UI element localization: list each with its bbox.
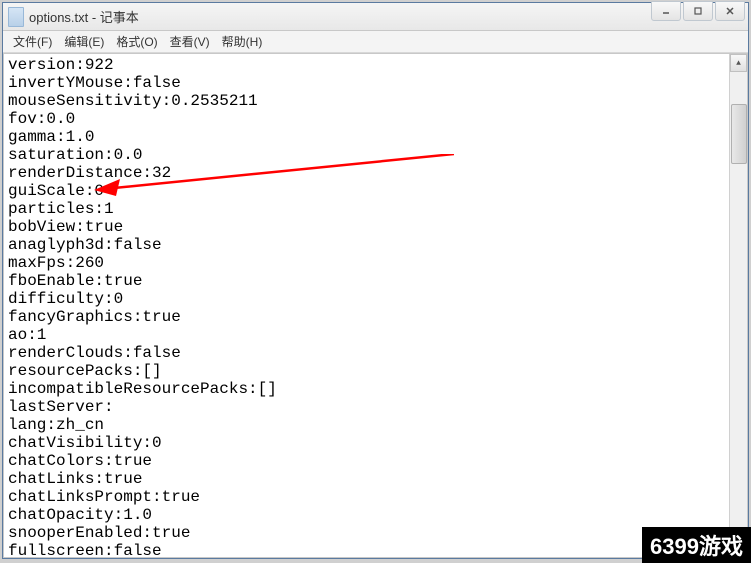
text-line: invertYMouse:false (8, 74, 743, 92)
scroll-thumb[interactable] (731, 104, 747, 164)
content-area: version:922invertYMouse:falsemouseSensit… (3, 53, 748, 558)
text-line: chatOpacity:1.0 (8, 506, 743, 524)
text-line: snooperEnabled:true (8, 524, 743, 542)
titlebar: options.txt - 记事本 (3, 3, 748, 31)
close-button[interactable] (715, 1, 745, 21)
text-line: chatLinks:true (8, 470, 743, 488)
text-line: fancyGraphics:true (8, 308, 743, 326)
text-line: anaglyph3d:false (8, 236, 743, 254)
text-line: chatVisibility:0 (8, 434, 743, 452)
text-line: incompatibleResourcePacks:[] (8, 380, 743, 398)
minimize-button[interactable] (651, 1, 681, 21)
text-line: chatColors:true (8, 452, 743, 470)
menu-format[interactable]: 格式(O) (110, 31, 163, 52)
maximize-button[interactable] (683, 1, 713, 21)
text-line: fullscreen:false (8, 542, 743, 560)
text-line: maxFps:260 (8, 254, 743, 272)
scroll-up-button[interactable]: ▲ (730, 54, 747, 72)
menu-help[interactable]: 帮助(H) (216, 31, 269, 52)
text-line: fov:0.0 (8, 110, 743, 128)
menu-edit[interactable]: 编辑(E) (58, 31, 110, 52)
text-line: saturation:0.0 (8, 146, 743, 164)
menu-file[interactable]: 文件(F) (7, 31, 58, 52)
menubar: 文件(F) 编辑(E) 格式(O) 查看(V) 帮助(H) (3, 31, 748, 53)
notepad-window: options.txt - 记事本 文件(F) 编辑(E) 格式(O) 查看(V… (2, 2, 749, 559)
text-line: particles:1 (8, 200, 743, 218)
menu-view[interactable]: 查看(V) (164, 31, 216, 52)
text-line: renderDistance:32 (8, 164, 743, 182)
text-line: renderClouds:false (8, 344, 743, 362)
window-controls (651, 1, 745, 21)
text-line: bobView:true (8, 218, 743, 236)
text-line: lastServer: (8, 398, 743, 416)
vertical-scrollbar[interactable]: ▲ ▼ (729, 54, 747, 557)
watermark: 6399游戏 (642, 527, 751, 563)
text-body[interactable]: version:922invertYMouse:falsemouseSensit… (4, 54, 747, 562)
text-line: lang:zh_cn (8, 416, 743, 434)
text-line: ao:1 (8, 326, 743, 344)
text-line: version:922 (8, 56, 743, 74)
text-line: guiScale:0 (8, 182, 743, 200)
text-line: chatLinksPrompt:true (8, 488, 743, 506)
window-title: options.txt - 记事本 (29, 7, 748, 26)
notepad-icon (8, 7, 24, 27)
text-line: gamma:1.0 (8, 128, 743, 146)
text-line: fboEnable:true (8, 272, 743, 290)
text-line: mouseSensitivity:0.2535211 (8, 92, 743, 110)
text-line: difficulty:0 (8, 290, 743, 308)
text-line: resourcePacks:[] (8, 362, 743, 380)
